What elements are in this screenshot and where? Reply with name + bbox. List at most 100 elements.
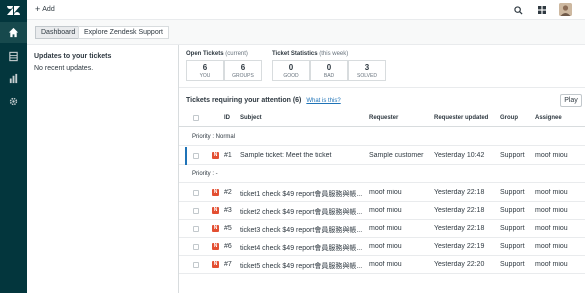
col-group[interactable]: Group [500,115,518,121]
stat-solved-label: SOLVED [357,73,377,79]
group-header: Priority : - [179,165,585,183]
row-checkbox[interactable] [193,190,199,196]
group-label: Priority : - [192,171,218,177]
status-badge: N [212,243,219,250]
status-badge: N [212,207,219,214]
cell-requester: moof miou [369,225,402,232]
stat-good: 0 GOOD [272,60,310,81]
cell-assignee: moof miou [535,207,568,214]
cell-subject[interactable]: ticket2 check $49 report會員服務與帳... [240,207,365,217]
search-button[interactable] [512,4,524,16]
stat-you[interactable]: 6 YOU [186,60,224,81]
ticket-statistics-title: Ticket Statistics (this week) [272,51,349,57]
cell-subject[interactable]: Sample ticket: Meet the ticket [240,152,365,159]
tab-dashboard-label: Dashboard [41,29,76,36]
table-row[interactable]: N #5 ticket3 check $49 report會員服務與帳... moof… [179,220,585,238]
row-checkbox[interactable] [193,153,199,159]
cell-id: #7 [224,261,232,268]
stat-bad: 0 BAD [310,60,348,81]
reporting-icon [9,73,18,84]
table-row[interactable]: N #2 ticket1 check $49 report會員服務與帳... moof… [179,184,585,202]
view-title: Tickets requiring your attention (6) Wha… [186,97,341,104]
cell-group: Support [500,152,525,159]
zendesk-logo[interactable] [7,5,20,16]
settings-icon [9,97,18,106]
stat-groups[interactable]: 6 GROUPS [224,60,262,81]
cell-group: Support [500,225,525,232]
row-checkbox[interactable] [193,208,199,214]
nav-home[interactable] [0,22,27,43]
apps-grid-icon [538,6,546,14]
nav-reporting[interactable] [0,68,27,89]
search-icon [513,5,523,15]
table-row[interactable]: N #1 Sample ticket: Meet the ticket Sample … [179,147,585,165]
cell-updated: Yesterday 22:18 [434,189,485,196]
left-nav-rail [0,0,27,293]
tab-explore-label: Explore Zendesk Support [84,29,163,36]
cell-updated: Yesterday 22:18 [434,207,485,214]
nav-views[interactable] [0,46,27,67]
what-is-this-link[interactable]: What is this? [306,98,340,104]
cell-group: Support [500,207,525,214]
user-avatar[interactable] [559,3,572,16]
col-id[interactable]: ID [224,115,230,121]
play-button[interactable]: Play [560,94,582,107]
apps-button[interactable] [536,4,548,16]
tab-dashboard[interactable]: Dashboard [35,26,82,39]
stat-you-label: YOU [199,73,211,79]
cell-subject[interactable]: ticket5 check $49 report會員服務與帳... [240,261,365,271]
stat-groups-value: 6 [240,63,246,72]
group-header: Priority : Normal [179,128,585,146]
cell-id: #1 [224,152,232,159]
cell-subject[interactable]: ticket4 check $49 report會員服務與帳... [240,243,365,253]
top-bar: + Add [27,0,585,20]
nav-admin[interactable] [0,91,27,112]
cell-assignee: moof miou [535,189,568,196]
cell-requester: moof miou [369,207,402,214]
cell-id: #5 [224,225,232,232]
row-checkbox[interactable] [193,244,199,250]
stat-bad-value: 0 [326,63,332,72]
cell-subject[interactable]: ticket3 check $49 report會員服務與帳... [240,225,365,235]
col-subject[interactable]: Subject [240,115,262,121]
plus-icon: + [35,4,41,14]
cell-updated: Yesterday 22:20 [434,261,485,268]
table-row[interactable]: N #6 ticket4 check $49 report會員服務與帳... moof… [179,238,585,256]
divider [179,87,585,88]
row-checkbox[interactable] [193,226,199,232]
status-badge: N [212,261,219,268]
col-requester-updated[interactable]: Requester updated [434,115,488,121]
stat-bad-label: BAD [323,73,335,79]
stat-good-value: 0 [288,63,294,72]
cell-assignee: moof miou [535,243,568,250]
cell-updated: Yesterday 10:42 [434,152,485,159]
views-icon [9,51,18,62]
table-row[interactable]: N #7 ticket5 check $49 report會員服務與帳... moof… [179,256,585,274]
cell-assignee: moof miou [535,261,568,268]
cell-id: #2 [224,189,232,196]
stat-solved: 3 SOLVED [348,60,386,81]
cell-group: Support [500,189,525,196]
cell-requester: moof miou [369,243,402,250]
row-checkbox[interactable] [193,262,199,268]
stat-good-label: GOOD [283,73,299,79]
add-button-label: Add [42,6,55,13]
col-requester[interactable]: Requester [369,115,398,121]
group-label: Priority : Normal [192,134,236,140]
add-button[interactable]: + Add [35,4,55,14]
stat-groups-label: GROUPS [232,73,254,79]
table-row[interactable]: N #3 ticket2 check $49 report會員服務與帳... moof… [179,202,585,220]
col-assignee[interactable]: Assignee [535,115,562,121]
open-tickets-title: Open Tickets (current) [186,51,248,57]
stat-solved-value: 3 [364,63,370,72]
cell-requester: Sample customer [369,152,424,159]
status-badge: N [212,189,219,196]
home-icon [8,27,19,38]
cell-id: #3 [224,207,232,214]
select-all-checkbox[interactable] [193,115,199,121]
table-header: ID Subject Requester Requester updated G… [179,109,585,127]
cell-subject[interactable]: ticket1 check $49 report會員服務與帳... [240,189,365,199]
tab-explore-zendesk-support[interactable]: Explore Zendesk Support [78,26,169,39]
cell-group: Support [500,243,525,250]
cell-requester: moof miou [369,189,402,196]
